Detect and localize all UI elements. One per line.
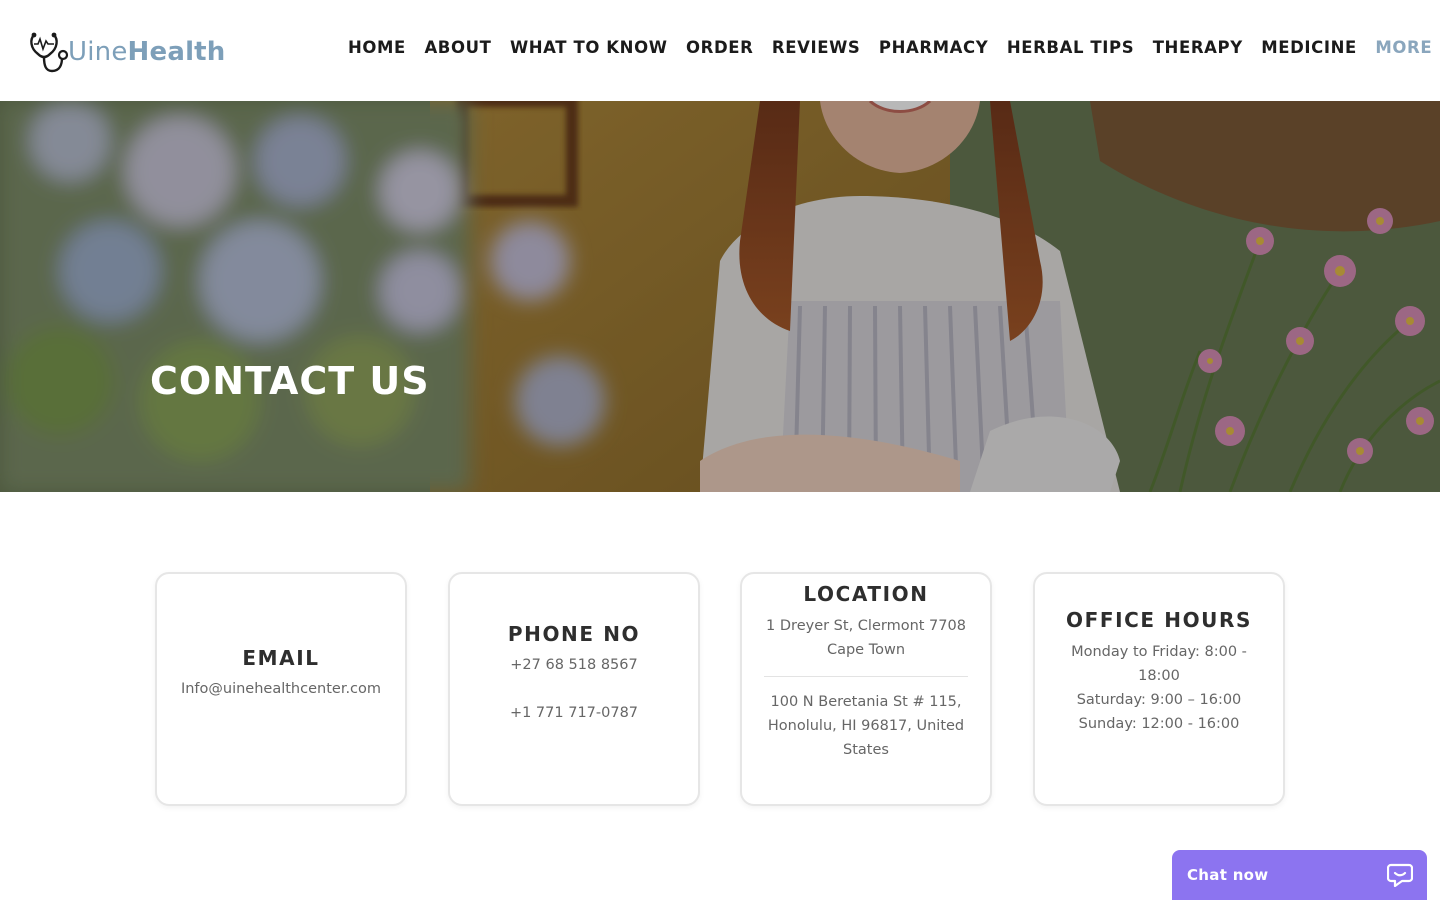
hero-banner: CONTACT US	[0, 101, 1440, 492]
location-card-title: LOCATION	[803, 582, 929, 606]
brand-name-light: Uine	[68, 37, 128, 67]
brand-name: UineHealth	[68, 37, 226, 67]
site-header: UineHealth HOME ABOUT WHAT TO KNOW ORDER…	[0, 0, 1440, 101]
phone-card: PHONE NO +27 68 518 8567 +1 771 717-0787	[448, 572, 700, 806]
address-2-line-3: States	[843, 742, 889, 758]
hours-sunday: Sunday: 12:00 - 16:00	[1078, 716, 1240, 732]
hours-weekday-line-1: Monday to Friday: 8:00 -	[1071, 644, 1247, 660]
email-address[interactable]: Info@uinehealthcenter.com	[157, 677, 405, 701]
nav-item-herbal-tips[interactable]: HERBAL TIPS	[1007, 38, 1134, 57]
nav-item-therapy[interactable]: THERAPY	[1153, 38, 1243, 57]
brand-name-bold: Health	[127, 37, 226, 67]
nav-item-more[interactable]: MORE	[1375, 38, 1432, 57]
nav-item-what-to-know[interactable]: WHAT TO KNOW	[510, 38, 668, 57]
main-nav: HOME ABOUT WHAT TO KNOW ORDER REVIEWS PH…	[348, 38, 1440, 57]
address-1-line-1: 1 Dreyer St, Clermont 7708	[766, 618, 966, 634]
nav-item-medicine[interactable]: MEDICINE	[1261, 38, 1357, 57]
nav-item-order[interactable]: ORDER	[686, 38, 753, 57]
site-logo[interactable]: UineHealth	[28, 30, 226, 74]
chat-bubble-icon	[1387, 863, 1413, 887]
phone-number-2[interactable]: +1 771 717-0787	[450, 701, 698, 725]
hours-saturday: Saturday: 9:00 – 16:00	[1076, 692, 1242, 708]
address-divider	[764, 676, 968, 677]
nav-item-home[interactable]: HOME	[348, 38, 406, 57]
page-title: CONTACT US	[150, 359, 430, 403]
phone-number-1[interactable]: +27 68 518 8567	[450, 653, 698, 677]
hero-background-image	[0, 101, 1440, 492]
hours-weekday-line-2: 18:00	[1138, 668, 1180, 684]
address-2-line-1: 100 N Beretania St # 115,	[770, 694, 962, 710]
nav-item-pharmacy[interactable]: PHARMACY	[879, 38, 988, 57]
address-1-line-2: Cape Town	[826, 642, 906, 658]
office-hours-title: OFFICE HOURS	[1065, 608, 1253, 632]
chat-now-label: Chat now	[1187, 866, 1269, 884]
address-2-line-2: Honolulu, HI 96817, United	[767, 718, 965, 734]
nav-item-reviews[interactable]: REVIEWS	[772, 38, 860, 57]
stethoscope-heart-icon	[30, 32, 69, 73]
office-hours-card: OFFICE HOURS Monday to Friday: 8:00 - 18…	[1033, 572, 1285, 806]
phone-card-title: PHONE NO	[507, 622, 641, 646]
email-card-title: EMAIL	[242, 646, 320, 670]
location-card: LOCATION 1 Dreyer St, Clermont 7708 Cape…	[740, 572, 992, 806]
email-card: EMAIL Info@uinehealthcenter.com	[155, 572, 407, 806]
chat-now-button[interactable]: Chat now	[1172, 850, 1427, 900]
nav-item-about[interactable]: ABOUT	[424, 38, 491, 57]
